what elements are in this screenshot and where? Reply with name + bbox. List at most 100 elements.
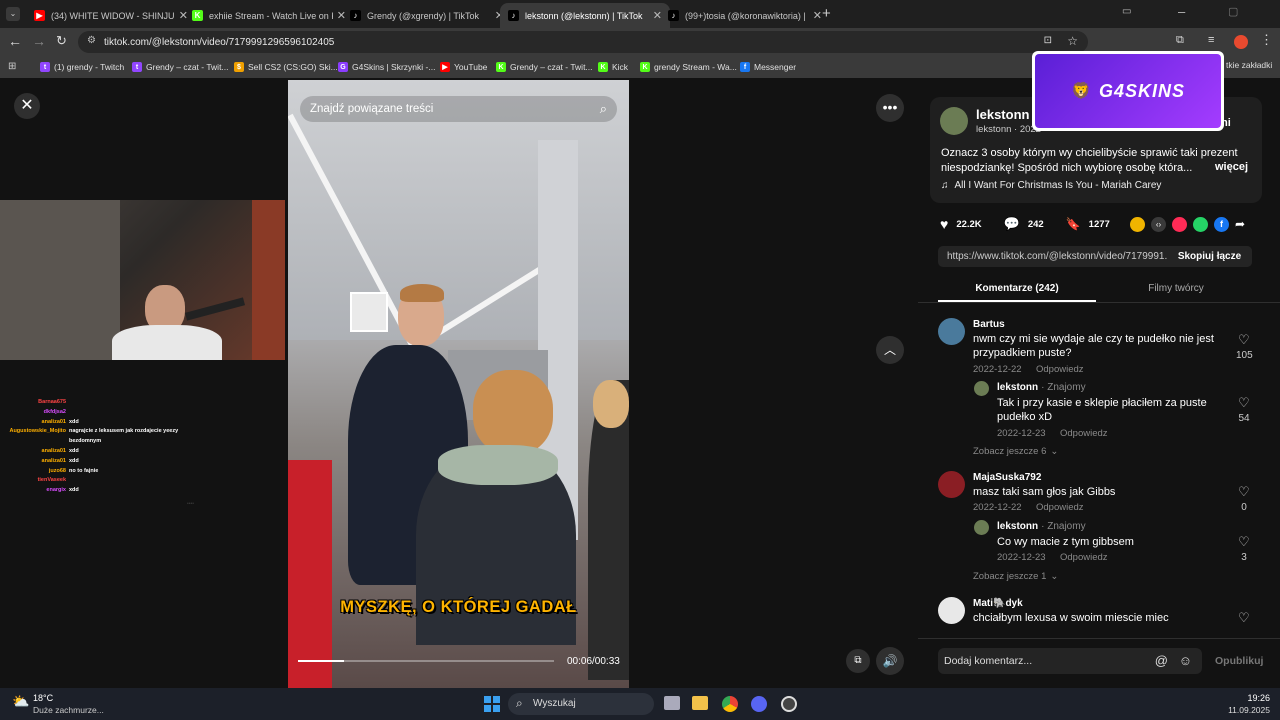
browser-tab[interactable]: ♪Grendy (@xgrendy) | TikTok✕	[342, 3, 512, 28]
like-comment-icon[interactable]: ♡	[1238, 395, 1250, 411]
forward-icon[interactable]: →	[32, 33, 46, 49]
share-arrow-icon[interactable]: ➦	[1235, 217, 1250, 232]
mention-icon[interactable]: @	[1155, 653, 1168, 668]
author-avatar[interactable]	[940, 107, 968, 135]
tab-search-icon[interactable]: ⌄	[6, 7, 20, 21]
reply-link[interactable]: Odpowiedz	[1060, 552, 1108, 563]
comment-icon[interactable]: 💬	[1004, 216, 1020, 232]
profile-avatar[interactable]	[1234, 35, 1248, 49]
app-icon[interactable]	[781, 696, 797, 712]
bookmark-item[interactable]: ▶ YouTube	[440, 60, 487, 74]
bookmark-item[interactable]: G G4Skins | Skrzynki -...	[338, 60, 435, 74]
browser-tab[interactable]: ♪ (99+)tosia (@koronawiktoria) | ✕	[660, 3, 830, 28]
site-info-icon[interactable]: ⚙	[87, 35, 96, 46]
video-progress-track[interactable]	[298, 660, 554, 662]
reading-list-icon[interactable]: ≡	[1208, 34, 1214, 46]
maximize-button[interactable]: ▢	[1228, 5, 1238, 18]
bookmark-item[interactable]: K Kick	[598, 60, 628, 74]
install-app-icon[interactable]: ⊡	[1044, 35, 1052, 46]
view-more-label: Zobacz jeszcze 1	[973, 571, 1047, 582]
bookmark-icon[interactable]: 🔖	[1066, 217, 1081, 231]
weather-icon[interactable]: ⛅	[12, 693, 29, 710]
bookmark-star-icon[interactable]: ☆	[1067, 34, 1078, 48]
other-bookmarks[interactable]: tkie zakładki	[1226, 60, 1272, 70]
browser-tab[interactable]: ▶ (34) WHITE WIDOW - SHINJUKU ✕	[26, 3, 196, 28]
comment-user[interactable]: Bartus	[973, 319, 1005, 330]
related-search-input[interactable]: Znajdź powiązane treści ⌕	[300, 96, 617, 122]
heart-icon[interactable]: ♥	[940, 216, 948, 232]
view-more-replies[interactable]: Zobacz jeszcze 6 ⌄	[973, 446, 1058, 457]
discord-icon[interactable]	[751, 696, 767, 712]
like-comment-icon[interactable]: ♡	[1238, 332, 1250, 348]
more-options-icon[interactable]: •••	[876, 94, 904, 122]
whatsapp-icon[interactable]	[1193, 217, 1208, 232]
reply-avatar[interactable]	[974, 381, 989, 396]
bookmark-item[interactable]: t Grendy – czat - Twit...	[132, 60, 229, 74]
like-comment-icon[interactable]: ♡	[1238, 534, 1250, 550]
video-player[interactable]: Znajdź powiązane treści ⌕ MYSZKĘ, O KTÓR…	[288, 80, 629, 688]
comment-input[interactable]: Dodaj komentarz... @ ☺	[938, 648, 1202, 674]
bookmark-item[interactable]: $ Sell CS2 (CS:GO) Ski...	[234, 60, 338, 74]
view-more-replies[interactable]: Zobacz jeszcze 1 ⌄	[973, 571, 1058, 582]
tab-comments[interactable]: Komentarze (242)	[938, 283, 1096, 294]
volume-icon[interactable]: 🔊	[876, 647, 904, 675]
browser-tab[interactable]: Kexhiie Stream - Watch Live on Kick✕	[184, 3, 354, 28]
facebook-icon[interactable]: f	[1214, 217, 1229, 232]
embed-share-icon[interactable]	[1130, 217, 1145, 232]
bookmark-item[interactable]: t (1) grendy - Twitch	[40, 60, 124, 74]
comment-user[interactable]: MajaSuska792	[973, 472, 1041, 483]
bookmark-favicon-icon: K	[496, 62, 506, 72]
author-name[interactable]: lekstonn	[976, 107, 1029, 122]
comment-text: chciałbym lexusa w swoim miescie miec	[973, 612, 1169, 624]
follow-button[interactable]: mi	[1218, 111, 1258, 135]
reply-link[interactable]: Odpowiedz	[1060, 428, 1108, 439]
close-icon[interactable]: ✕	[14, 93, 40, 119]
apps-grid-icon[interactable]: ⊞	[8, 61, 16, 72]
reply-link[interactable]: Odpowiedz	[1036, 502, 1084, 513]
windows-start-icon[interactable]	[484, 696, 500, 712]
emoji-icon[interactable]: ☺	[1179, 653, 1192, 668]
file-explorer-icon[interactable]	[692, 696, 708, 710]
chrome-icon[interactable]	[722, 696, 738, 712]
extensions-icon[interactable]: ⧉	[1176, 34, 1184, 47]
reply-link[interactable]: Odpowiedz	[1036, 364, 1084, 375]
reply-avatar[interactable]	[974, 520, 989, 535]
code-icon[interactable]: ‹›	[1151, 217, 1166, 232]
like-comment-icon[interactable]: ♡	[1238, 610, 1250, 626]
more-link[interactable]: więcej	[1215, 161, 1248, 173]
bookmark-item[interactable]: Kgrendy Stream - Wa...	[640, 60, 737, 74]
send-icon[interactable]	[1172, 217, 1187, 232]
reply-user[interactable]: lekstonn	[997, 382, 1038, 393]
commenter-avatar[interactable]	[938, 318, 965, 345]
cast-icon[interactable]: ▭	[1122, 6, 1131, 17]
tab-creator-videos[interactable]: Filmy twórcy	[1096, 283, 1256, 294]
minimize-button[interactable]: –	[1178, 4, 1185, 19]
commenter-avatar[interactable]	[938, 597, 965, 624]
menu-icon[interactable]: ⋮	[1260, 32, 1273, 48]
tab-label: (34) WHITE WIDOW - SHINJUKU	[51, 10, 175, 21]
pip-icon[interactable]: ⧉	[846, 649, 870, 673]
music-line[interactable]: ♫ All I Want For Christmas Is You - Mari…	[941, 180, 1161, 191]
publish-button[interactable]: Opublikuj	[1215, 655, 1263, 667]
commenter-avatar[interactable]	[938, 471, 965, 498]
bookmark-item[interactable]: K Grendy – czat - Twit...	[496, 60, 593, 74]
weather-temp[interactable]: 18°C	[33, 693, 53, 703]
reload-icon[interactable]: ↻	[56, 33, 67, 49]
like-comment-icon[interactable]: ♡	[1238, 484, 1250, 500]
clock-time[interactable]: 19:26	[1240, 693, 1270, 703]
url-bar[interactable]: ⚙ tiktok.com/@lekstonn/video/71799912965…	[78, 31, 1088, 53]
close-tab-icon[interactable]: ✕	[813, 9, 822, 22]
chat-username: Barnaa675	[38, 399, 66, 405]
bookmark-item[interactable]: f Messenger	[740, 60, 796, 74]
taskbar-search[interactable]: ⌕ Wyszukaj	[508, 693, 654, 715]
clock-date[interactable]: 11.09.2025	[1220, 705, 1270, 715]
reply-user[interactable]: lekstonn	[997, 521, 1038, 532]
task-view-icon[interactable]	[664, 696, 680, 710]
search-icon[interactable]: ⌕	[600, 101, 607, 117]
new-tab-button[interactable]: +	[822, 5, 831, 22]
browser-tab[interactable]: ♪ lekstonn (@lekstonn) | TikTok ✕	[500, 3, 670, 28]
previous-video-icon[interactable]: ︿	[876, 336, 904, 364]
copy-link-button[interactable]: Skopiuj łącze	[1167, 246, 1252, 267]
back-icon[interactable]: ←	[8, 33, 22, 49]
comment-user[interactable]: Mati🐘dyk	[973, 598, 1023, 609]
